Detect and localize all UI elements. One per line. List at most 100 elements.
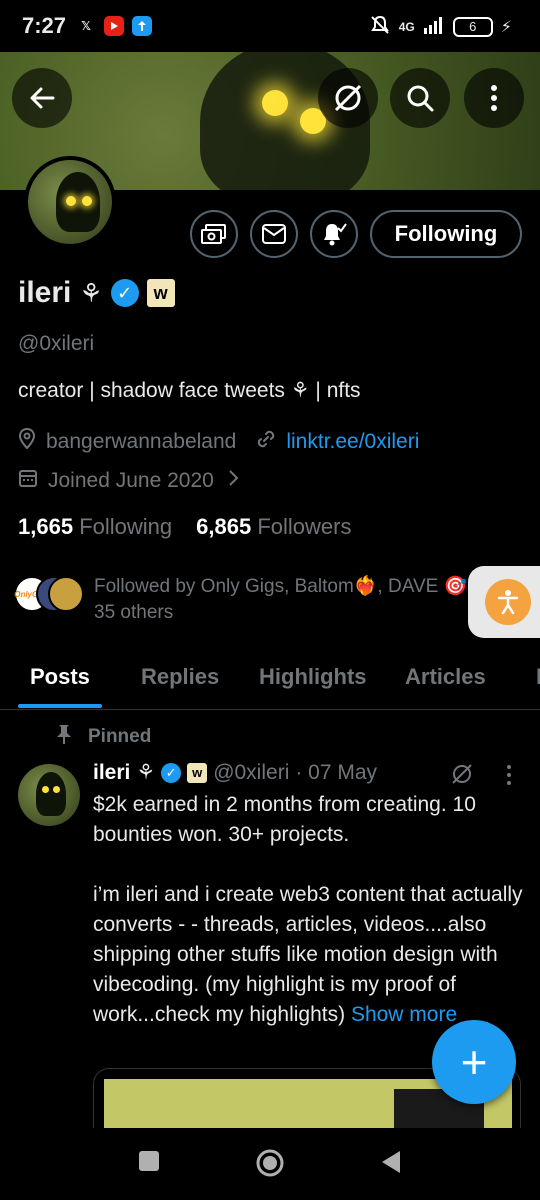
tab-media[interactable]: Me [536,664,540,690]
money-icon [201,224,226,244]
tab-posts[interactable]: Posts [30,664,90,690]
name-glyph: ⚘ [79,277,103,308]
mute-icon [369,14,391,39]
search-button[interactable] [390,68,450,128]
profile-joined: Joined June 2020 [48,469,214,492]
following-label: Following [79,514,173,539]
post-author-avatar[interactable] [18,764,80,826]
follow-counts: 1,665 Following 6,865 Followers [18,514,351,540]
post-text[interactable]: $2k earned in 2 months from creating. 10… [93,790,523,1030]
home-button[interactable] [255,1148,285,1183]
joined-row[interactable]: Joined June 2020 [18,468,240,494]
chevron-right-icon [228,469,240,493]
mail-icon [262,224,286,244]
search-icon [407,85,434,112]
pinned-label-row: Pinned [56,724,151,750]
followed-by-avatars: OnlyGigs [14,574,86,614]
plus-icon: + [460,1036,488,1088]
grok-icon [334,84,362,112]
followed-by-others: 35 others [94,602,174,623]
location-icon [18,427,36,456]
circle-home-icon [256,1149,284,1177]
pin-icon [56,724,72,750]
post-handle: @0xileri [213,760,290,784]
show-more-link[interactable]: Show more [351,1003,457,1026]
grok-icon [452,764,472,784]
profile-name-row: ileri ⚘ ✓ w [18,276,175,310]
followed-by-text: Followed by Only Gigs, Baltom❤️‍🔥, DAVE … [94,574,474,626]
network-label: 4G [398,19,415,34]
post-header: ileri ⚘ ✓ w @0xileri · 07 May [93,760,377,785]
post-affiliate-icon: w [187,762,208,783]
follower-avatar-3 [48,576,84,612]
profile-handle: @0xileri [18,332,95,355]
calendar-icon [18,468,38,494]
verified-badge-icon[interactable]: ✓ [110,279,139,307]
accessibility-widget[interactable] [468,566,540,638]
message-button[interactable] [250,210,298,258]
following-count-link[interactable]: 1,665 Following [18,514,172,540]
pinned-label: Pinned [88,726,152,747]
post-more-button[interactable] [506,764,512,791]
notifications-button[interactable] [310,210,358,258]
avatar-eye-right [82,196,92,206]
triangle-back-icon [382,1151,400,1173]
square-icon [139,1151,159,1171]
followed-by[interactable]: OnlyGigs Followed by Only Gigs, Baltom❤️… [14,574,474,626]
post-date: · 07 May [295,760,378,784]
signal-icon [423,16,445,37]
accessibility-icon [485,579,531,625]
x-app-icon: 𝕏 [81,19,91,33]
post-avatar-figure [36,772,66,816]
avatar-figure [56,172,100,232]
post-text-line2: i’m ileri and i create web3 content that… [93,883,523,1026]
tab-articles[interactable]: Articles [405,664,486,690]
youtube-icon [104,16,125,36]
followers-count: 6,865 [196,514,252,539]
tab-highlights[interactable]: Highlights [259,664,367,690]
post-author-name[interactable]: ileri [93,761,130,785]
arrow-left-icon [30,87,55,109]
post-grok-button[interactable] [450,762,474,791]
tip-button[interactable] [190,210,238,258]
profile-meta-row: bangerwannabeland linktr.ee/0xileri [18,427,419,456]
back-button[interactable] [12,68,72,128]
status-bar: 7:27 𝕏 4G 6 ⚡ [0,0,540,52]
profile-link[interactable]: linktr.ee/0xileri [286,430,419,454]
bell-check-icon [324,223,347,246]
back-nav-button[interactable] [380,1150,402,1179]
recents-button[interactable] [138,1150,160,1177]
more-vertical-icon [491,85,497,111]
grok-button[interactable] [318,68,378,128]
post-verified-icon: ✓ [161,762,182,783]
more-vertical-icon [507,765,511,785]
post-text-line1: $2k earned in 2 months from creating. 10… [93,793,476,846]
profile-tabs: Posts Replies Highlights Articles Me [0,648,540,710]
compose-button[interactable]: + [432,1020,516,1104]
post-avatar-eye-left [42,786,49,793]
profile-bio: creator | shadow face tweets ⚘ | nfts [18,379,361,402]
affiliate-badge-icon[interactable]: w [146,279,175,307]
battery-icon: 6 [452,16,493,37]
post-avatar-eye-right [53,786,60,793]
followers-count-link[interactable]: 6,865 Followers [196,514,351,540]
followed-by-names: Followed by Only Gigs, Baltom❤️‍🔥, DAVE … [94,576,468,597]
post-author-glyph: ⚘ [136,761,156,784]
profile-location: bangerwannabeland [46,430,237,453]
system-nav-bar [0,1128,540,1200]
charging-icon: ⚡ [500,18,512,36]
upload-icon [132,16,153,36]
followers-label: Followers [257,514,352,539]
profile-name: ileri [18,276,72,309]
more-button[interactable] [464,68,524,128]
profile-avatar[interactable] [24,156,116,248]
banner-eye-left [262,90,288,116]
following-button[interactable]: Following [370,210,522,258]
following-count: 1,665 [18,514,74,539]
avatar-eye-left [66,196,76,206]
link-icon [256,429,276,455]
active-tab-indicator [18,704,102,708]
tab-replies[interactable]: Replies [141,664,219,690]
status-time: 7:27 [22,13,67,38]
battery-level: 6 [469,19,477,34]
